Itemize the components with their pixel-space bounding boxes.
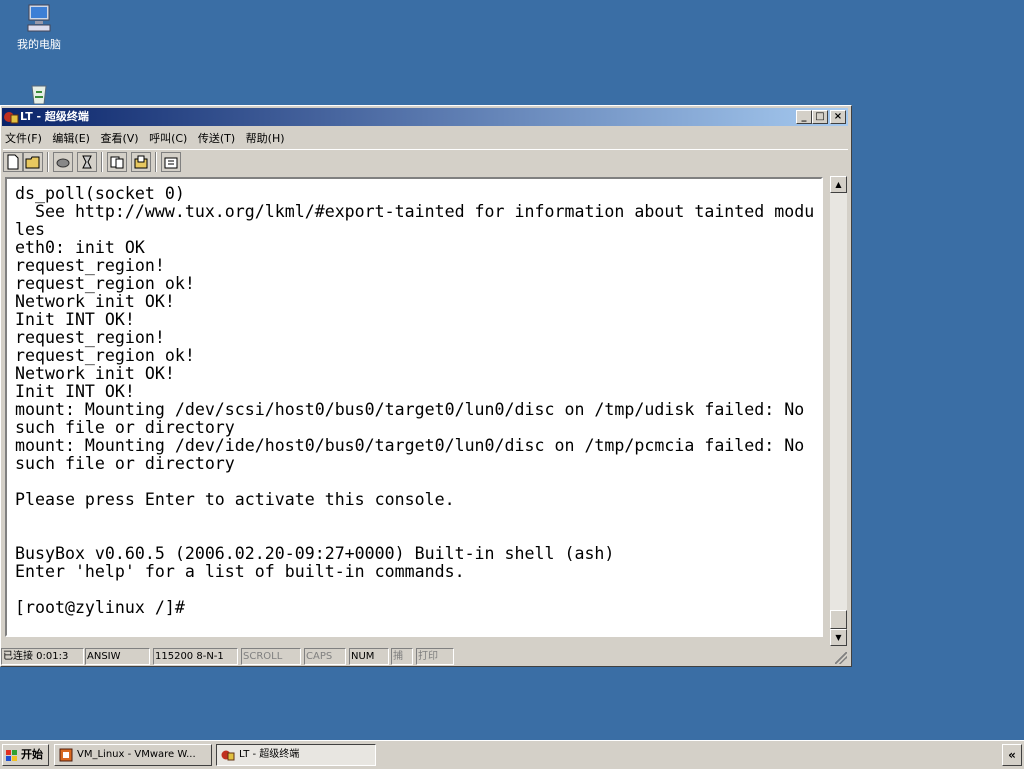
minimize-button[interactable]: _ [796, 110, 812, 124]
hyperterminal-icon [221, 748, 235, 762]
terminal-line: mount: Mounting /dev/ide/host0/bus0/targ… [15, 436, 805, 455]
window-title: LT - 超级终端 [20, 110, 89, 123]
taskbar-item-vmware[interactable]: VM_Linux - VMware W... [54, 744, 212, 766]
status-capture: 捕 [391, 648, 413, 665]
terminal-line: such file or directory [15, 454, 235, 473]
menu-bar: 文件(F) 编辑(E) 查看(V) 呼叫(C) 传送(T) 帮助(H) [3, 128, 848, 146]
hyperterminal-icon [3, 109, 19, 125]
properties-icon[interactable] [161, 152, 181, 172]
terminal-line: Init INT OK! [15, 382, 135, 401]
taskbar: 开始 VM_Linux - VMware W... LT - 超级终端 « [0, 740, 1024, 769]
terminal-line: [root@zylinux /]# [15, 598, 185, 617]
vmware-icon [59, 748, 73, 762]
terminal-frame: ds_poll(socket 0) See http://www.tux.org… [5, 177, 823, 637]
terminal-line: such file or directory [15, 418, 235, 437]
my-computer-icon [23, 2, 55, 34]
terminal-line: Network init OK! [15, 292, 175, 311]
menu-help[interactable]: 帮助(H) [244, 128, 290, 146]
terminal-line: BusyBox v0.60.5 (2006.02.20-09:27+0000) … [15, 544, 615, 563]
vertical-scrollbar[interactable]: ▲ ▼ [830, 176, 847, 646]
window-titlebar[interactable]: LT - 超级终端 _ □ × [2, 108, 848, 126]
maximize-button[interactable]: □ [812, 110, 828, 124]
toolbar-separator [155, 152, 157, 172]
scroll-down-button[interactable]: ▼ [830, 629, 847, 646]
terminal-line: ds_poll(socket 0) [15, 185, 185, 203]
resize-grip[interactable] [835, 652, 847, 664]
terminal-line: See http://www.tux.org/lkml/#export-tain… [15, 202, 815, 221]
status-connected-time: 已连接 0:01:3 [1, 648, 84, 665]
toolbar [3, 149, 848, 174]
status-num: NUM [349, 648, 389, 665]
start-button[interactable]: 开始 [2, 744, 49, 766]
scroll-up-button[interactable]: ▲ [830, 176, 847, 193]
terminal-line: Init INT OK! [15, 310, 135, 329]
terminal-line: request_region! [15, 328, 165, 347]
status-emulation: ANSIW [85, 648, 150, 665]
status-print: 打印 [416, 648, 454, 665]
scroll-thumb[interactable] [830, 610, 847, 629]
close-button[interactable]: × [830, 110, 846, 124]
dial-icon[interactable] [77, 152, 97, 172]
status-bar: 已连接 0:01:3 ANSIW 115200 8-N-1 SCROLL CAP… [1, 647, 848, 665]
taskbar-item-hyperterminal[interactable]: LT - 超级终端 [216, 744, 376, 766]
tray-expand-button[interactable]: « [1002, 744, 1022, 766]
menu-view[interactable]: 查看(V) [98, 128, 143, 146]
terminal-line: mount: Mounting /dev/scsi/host0/bus0/tar… [15, 400, 805, 419]
receive-icon[interactable] [131, 152, 151, 172]
send-icon[interactable] [107, 152, 127, 172]
toolbar-separator [47, 152, 49, 172]
terminal-line: request_region ok! [15, 346, 195, 365]
desktop-icon-label: 我的电脑 [17, 38, 61, 51]
new-icon[interactable] [3, 152, 23, 172]
desktop-icon-my-computer[interactable]: 我的电脑 [4, 2, 74, 52]
hyperterminal-window: LT - 超级终端 _ □ × 文件(F) 编辑(E) 查看(V) 呼叫(C) … [0, 105, 852, 667]
toolbar-separator [101, 152, 103, 172]
terminal-line: Network init OK! [15, 364, 175, 383]
menu-edit[interactable]: 编辑(E) [50, 128, 95, 146]
menu-file[interactable]: 文件(F) [3, 128, 47, 146]
status-port-settings: 115200 8-N-1 [153, 648, 238, 665]
menu-call[interactable]: 呼叫(C) [147, 128, 192, 146]
menu-transfer[interactable]: 传送(T) [196, 128, 240, 146]
terminal-line: les [15, 220, 45, 239]
terminal-line: eth0: init OK [15, 238, 145, 257]
status-caps: CAPS [304, 648, 346, 665]
status-scroll: SCROLL [241, 648, 301, 665]
terminal-line: Enter 'help' for a list of built-in comm… [15, 562, 465, 581]
taskbar-item-label: VM_Linux - VMware W... [77, 749, 196, 760]
terminal-line: Please press Enter to activate this cons… [15, 490, 455, 509]
open-icon[interactable] [23, 152, 43, 172]
windows-logo-icon [6, 749, 18, 761]
terminal-line: request_region! [15, 256, 165, 275]
terminal-output[interactable]: ds_poll(socket 0) See http://www.tux.org… [15, 185, 815, 631]
terminal-line: request_region ok! [15, 274, 195, 293]
disconnect-icon[interactable] [53, 152, 73, 172]
taskbar-item-label: LT - 超级终端 [239, 749, 300, 760]
start-label: 开始 [21, 748, 43, 761]
